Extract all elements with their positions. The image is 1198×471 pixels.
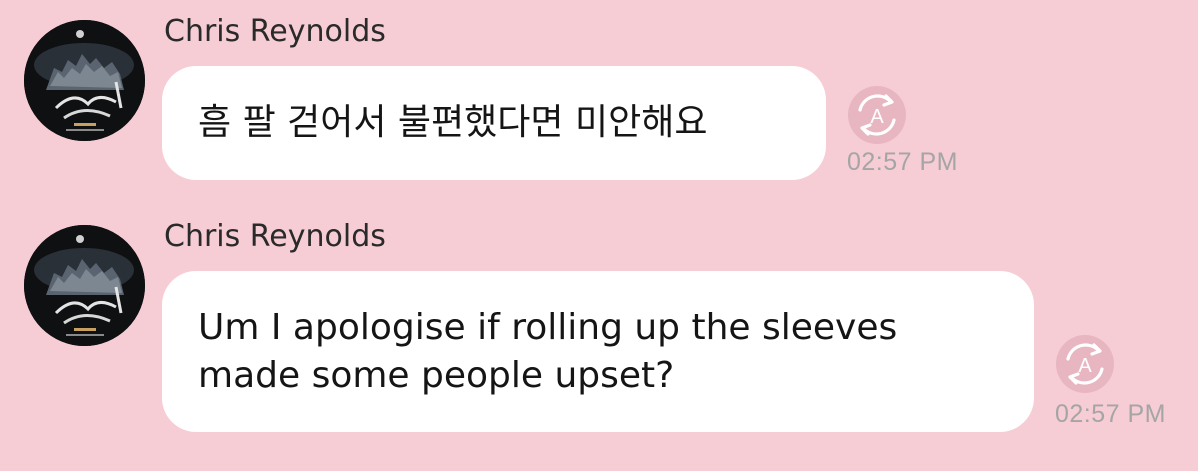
svg-text:A: A [870,106,884,128]
sender-avatar[interactable] [24,225,145,346]
sender-avatar[interactable] [24,20,145,141]
message-text: Um I apologise if rolling up the sleeves… [198,307,898,396]
message-timestamp: 02:57 PM [847,148,959,176]
translate-icon[interactable]: A [1052,331,1118,397]
profile-photo-icon [24,20,145,141]
message-timestamp: 02:57 PM [1055,400,1167,428]
svg-text:A: A [1078,355,1092,377]
sender-name: Chris Reynolds [164,219,386,254]
translate-icon[interactable]: A [844,82,910,148]
message-bubble[interactable]: Um I apologise if rolling up the sleeves… [162,271,1034,432]
message-text: 흠 팔 걷어서 불편했다면 미안해요 [198,102,708,143]
message-bubble[interactable]: 흠 팔 걷어서 불편했다면 미안해요 [162,66,826,180]
sender-name: Chris Reynolds [164,14,386,49]
profile-photo-icon [24,225,145,346]
